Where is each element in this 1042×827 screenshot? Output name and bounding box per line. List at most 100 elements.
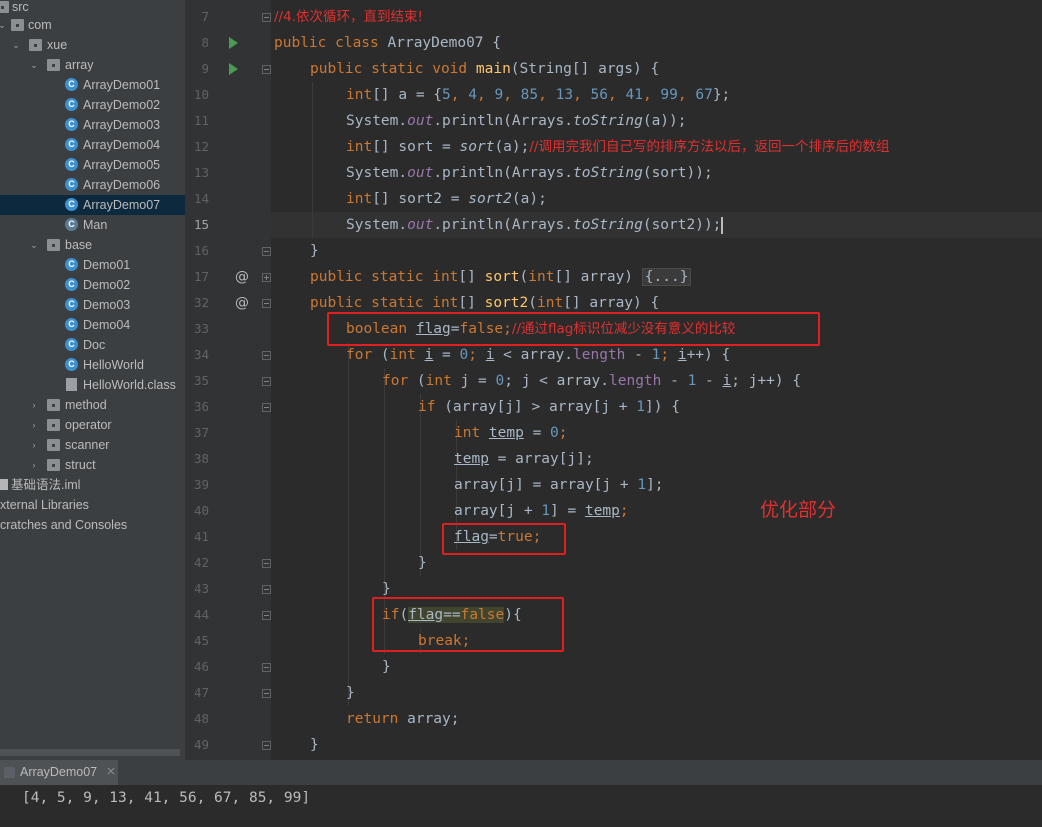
line-number: 33 (193, 321, 209, 336)
line-number-current: 15 (193, 217, 209, 232)
tree-item-struct[interactable]: › struct (0, 455, 185, 475)
tree-item-operator[interactable]: › operator (0, 415, 185, 435)
code-line-12[interactable]: int[] sort = sort(a);//调用完我们自己写的排序方法以后，返… (346, 134, 889, 160)
line-number: 8 (201, 35, 209, 50)
code-line-14[interactable]: int[] sort2 = sort2(a); (346, 186, 547, 212)
fold-icon[interactable] (262, 611, 271, 620)
folder-icon (47, 239, 60, 251)
fold-icon[interactable] (262, 299, 271, 308)
code-line-17[interactable]: public static int[] sort(int[] array) {.… (310, 264, 692, 290)
chevron-down-icon[interactable]: ⌄ (10, 35, 22, 55)
code-line-36[interactable]: if (array[j] > array[j + 1]) { (418, 394, 680, 420)
fold-icon[interactable] (262, 689, 271, 698)
tree-item-arraydemo05[interactable]: C ArrayDemo05 (0, 155, 185, 175)
line-number: 34 (193, 347, 209, 362)
run-main-icon[interactable] (229, 63, 238, 75)
code-line-13[interactable]: System.out.println(Arrays.toString(sort)… (346, 160, 713, 186)
folder-icon (11, 19, 24, 31)
tree-item-helloworld[interactable]: C HelloWorld (0, 355, 185, 375)
fold-icon[interactable] (262, 585, 271, 594)
code-line-38[interactable]: temp = array[j]; (454, 446, 594, 472)
tree-item-demo02[interactable]: C Demo02 (0, 275, 185, 295)
tree-item-demo03[interactable]: C Demo03 (0, 295, 185, 315)
close-icon[interactable]: × (106, 764, 116, 778)
class-file-icon (66, 378, 77, 391)
class-icon: C (65, 98, 78, 111)
code-line-39[interactable]: array[j] = array[j + 1]; (454, 472, 664, 498)
run-class-icon[interactable] (229, 37, 238, 49)
tree-item-arraydemo07[interactable]: C ArrayDemo07 (0, 195, 185, 215)
code-line-37[interactable]: int temp = 0; (454, 420, 568, 446)
code-line-15[interactable]: System.out.println(Arrays.toString(sort2… (346, 212, 724, 238)
code-line-48[interactable]: return array; (346, 706, 460, 732)
line-number: 42 (193, 555, 209, 570)
fold-icon[interactable] (262, 377, 271, 386)
tree-item-demo01[interactable]: C Demo01 (0, 255, 185, 275)
override-marker-icon[interactable]: @ (235, 290, 249, 316)
line-number: 35 (193, 373, 209, 388)
tree-item-base[interactable]: ⌄ base (0, 235, 185, 255)
tree-item-external-libraries[interactable]: xternal Libraries (0, 495, 185, 515)
code-line-9[interactable]: public static void main(String[] args) { (310, 56, 659, 82)
fold-icon[interactable] (262, 741, 271, 750)
chevron-right-icon[interactable]: › (28, 455, 40, 475)
tree-item-arraydemo04[interactable]: C ArrayDemo04 (0, 135, 185, 155)
code-line-35[interactable]: for (int j = 0; j < array.length - 1 - i… (382, 368, 801, 394)
tree-item-arraydemo03[interactable]: C ArrayDemo03 (0, 115, 185, 135)
line-number: 12 (193, 139, 209, 154)
folder-icon (29, 39, 42, 51)
code-line-47[interactable]: } (346, 680, 355, 706)
tree-item-demo04[interactable]: C Demo04 (0, 315, 185, 335)
run-tab-arraydemo07[interactable]: ArrayDemo07 × (0, 760, 118, 785)
code-line-16[interactable]: } (310, 238, 319, 264)
run-console[interactable]: [4, 5, 9, 13, 41, 56, 67, 85, 99] (0, 785, 1042, 827)
highlight-box-flag-declaration (327, 312, 820, 346)
chevron-right-icon[interactable]: › (28, 435, 40, 455)
override-marker-icon[interactable]: @ (235, 264, 249, 290)
tree-item-man[interactable]: C Man (0, 215, 185, 235)
fold-icon[interactable] (262, 65, 271, 74)
chevron-down-icon[interactable]: ⌄ (0, 15, 8, 35)
fold-icon[interactable] (262, 663, 271, 672)
code-line-49[interactable]: } (310, 732, 319, 758)
fold-icon[interactable] (262, 13, 271, 22)
line-number: 36 (193, 399, 209, 414)
code-line-42[interactable]: } (418, 550, 427, 576)
line-number: 17 (193, 269, 209, 284)
class-icon: C (65, 158, 78, 171)
chevron-right-icon[interactable]: › (28, 395, 40, 415)
code-line-11[interactable]: System.out.println(Arrays.toString(a)); (346, 108, 687, 134)
folded-code-region[interactable]: {...} (641, 268, 692, 286)
tree-item-xue[interactable]: ⌄ xue (0, 35, 185, 55)
tree-item-scanner[interactable]: › scanner (0, 435, 185, 455)
tree-item-helloworld-class[interactable]: HelloWorld.class (0, 375, 185, 395)
fold-icon[interactable] (262, 403, 271, 412)
expand-fold-icon[interactable] (262, 273, 271, 282)
folder-icon (47, 419, 60, 431)
code-editor[interactable]: 7 8 9 10 11 12 13 14 15 16 17 32 33 34 3… (185, 0, 1042, 760)
fold-icon[interactable] (262, 559, 271, 568)
tree-item-iml[interactable]: 基础语法.iml (0, 475, 185, 495)
tree-item-doc[interactable]: C Doc (0, 335, 185, 355)
chevron-down-icon[interactable]: ⌄ (28, 55, 40, 75)
chevron-down-icon[interactable]: ⌄ (28, 235, 40, 255)
code-line-8[interactable]: public class ArrayDemo07 { (274, 30, 501, 56)
tree-item-arraydemo06[interactable]: C ArrayDemo06 (0, 175, 185, 195)
tree-item-arraydemo01[interactable]: C ArrayDemo01 (0, 75, 185, 95)
code-line-40[interactable]: array[j + 1] = temp; (454, 498, 629, 524)
horizontal-scrollbar[interactable] (0, 749, 180, 756)
fold-icon[interactable] (262, 247, 271, 256)
line-number: 39 (193, 477, 209, 492)
code-line-7[interactable]: //4.依次循环，直到结束! (274, 4, 423, 30)
fold-icon[interactable] (262, 351, 271, 360)
line-number: 10 (193, 87, 209, 102)
tree-item-scratches[interactable]: cratches and Consoles (0, 515, 185, 535)
tree-item-array[interactable]: ⌄ array (0, 55, 185, 75)
tree-item-method[interactable]: › method (0, 395, 185, 415)
code-line-46[interactable]: } (382, 654, 391, 680)
tree-item-com[interactable]: ⌄ com (0, 15, 185, 35)
code-line-10[interactable]: int[] a = {5, 4, 9, 85, 13, 56, 41, 99, … (346, 82, 730, 108)
chevron-right-icon[interactable]: › (28, 415, 40, 435)
highlight-box-flag-true (442, 523, 566, 555)
tree-item-arraydemo02[interactable]: C ArrayDemo02 (0, 95, 185, 115)
